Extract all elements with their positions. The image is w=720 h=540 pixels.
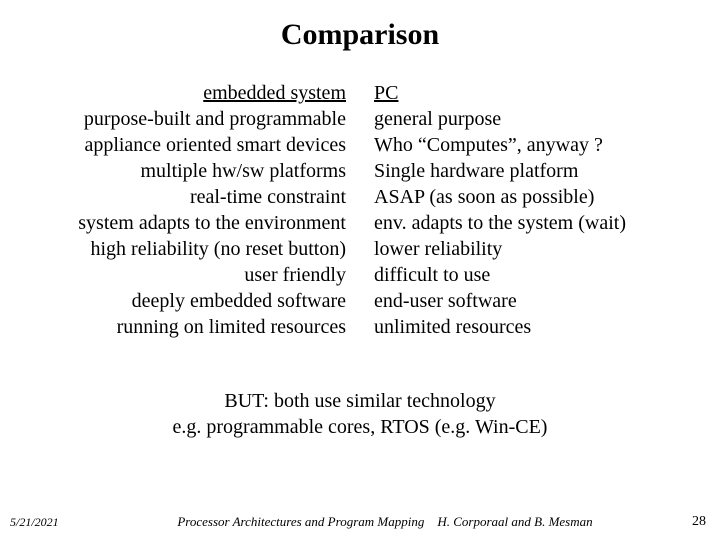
embedded-item: high reliability (no reset button) [20,236,346,262]
pc-item: Single hardware platform [374,158,700,184]
pc-item: end-user software [374,288,700,314]
footer-center: Processor Architectures and Program Mapp… [90,514,680,530]
footer-line: BUT: both use similar technology [0,388,720,414]
pc-item: ASAP (as soon as possible) [374,184,700,210]
embedded-item: appliance oriented smart devices [20,132,346,158]
pc-item: env. adapts to the system (wait) [374,210,700,236]
embedded-item: deeply embedded software [20,288,346,314]
pc-heading: PC [374,80,700,106]
embedded-item: real-time constraint [20,184,346,210]
embedded-item: purpose-built and programmable [20,106,346,132]
pc-item: difficult to use [374,262,700,288]
embedded-item: running on limited resources [20,314,346,340]
pc-item: general purpose [374,106,700,132]
slide: Comparison embedded system purpose-built… [0,0,720,540]
embedded-column: embedded system purpose-built and progra… [20,80,360,340]
footer-line: e.g. programmable cores, RTOS (e.g. Win-… [0,414,720,440]
pc-item: lower reliability [374,236,700,262]
slide-footer: 5/21/2021 Processor Architectures and Pr… [0,514,720,530]
pc-item: unlimited resources [374,314,700,340]
pc-column: PC general purpose Who “Computes”, anywa… [360,80,700,340]
footer-course: Processor Architectures and Program Mapp… [177,514,424,529]
footer-date: 5/21/2021 [0,515,90,530]
slide-title: Comparison [0,18,720,52]
footer-note: BUT: both use similar technology e.g. pr… [0,388,720,440]
footer-authors: H. Corporaal and B. Mesman [437,514,592,529]
embedded-item: system adapts to the environment [20,210,346,236]
embedded-item: multiple hw/sw platforms [20,158,346,184]
pc-item: Who “Computes”, anyway ? [374,132,700,158]
embedded-heading: embedded system [20,80,346,106]
comparison-columns: embedded system purpose-built and progra… [0,80,720,340]
footer-page: 28 [680,514,720,530]
embedded-item: user friendly [20,262,346,288]
